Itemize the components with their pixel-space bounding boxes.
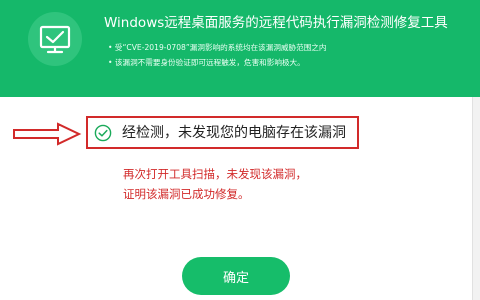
ok-button[interactable]: 确定 bbox=[182, 257, 290, 295]
window-title: Windows远程桌面服务的远程代码执行漏洞检测修复工具 bbox=[104, 15, 448, 31]
annotation-line: 再次打开工具扫描，未发现该漏洞， bbox=[123, 167, 307, 181]
description-item: 受“CVE-2019-0708”漏洞影响的系统均在该漏洞威胁范围之内 bbox=[108, 40, 468, 55]
annotation-line: 证明该漏洞已成功修复。 bbox=[123, 187, 250, 201]
arrow-right-icon bbox=[13, 122, 82, 146]
description-item: 该漏洞不需要身份验证即可远程触发，危害和影响极大。 bbox=[108, 55, 468, 70]
check-circle-icon bbox=[94, 124, 112, 142]
scan-result-text: 经检测，未发现您的电脑存在该漏洞 bbox=[122, 125, 346, 141]
monitor-check-icon bbox=[27, 11, 83, 67]
annotation-note: 再次打开工具扫描，未发现该漏洞， 证明该漏洞已成功修复。 bbox=[123, 164, 373, 204]
description-list: 受“CVE-2019-0708”漏洞影响的系统均在该漏洞威胁范围之内 该漏洞不需… bbox=[108, 40, 468, 70]
header-banner: Windows远程桌面服务的远程代码执行漏洞检测修复工具 受“CVE-2019-… bbox=[0, 0, 480, 97]
scan-result: 经检测，未发现您的电脑存在该漏洞 bbox=[86, 116, 359, 149]
scrollbar-track[interactable] bbox=[472, 97, 480, 300]
